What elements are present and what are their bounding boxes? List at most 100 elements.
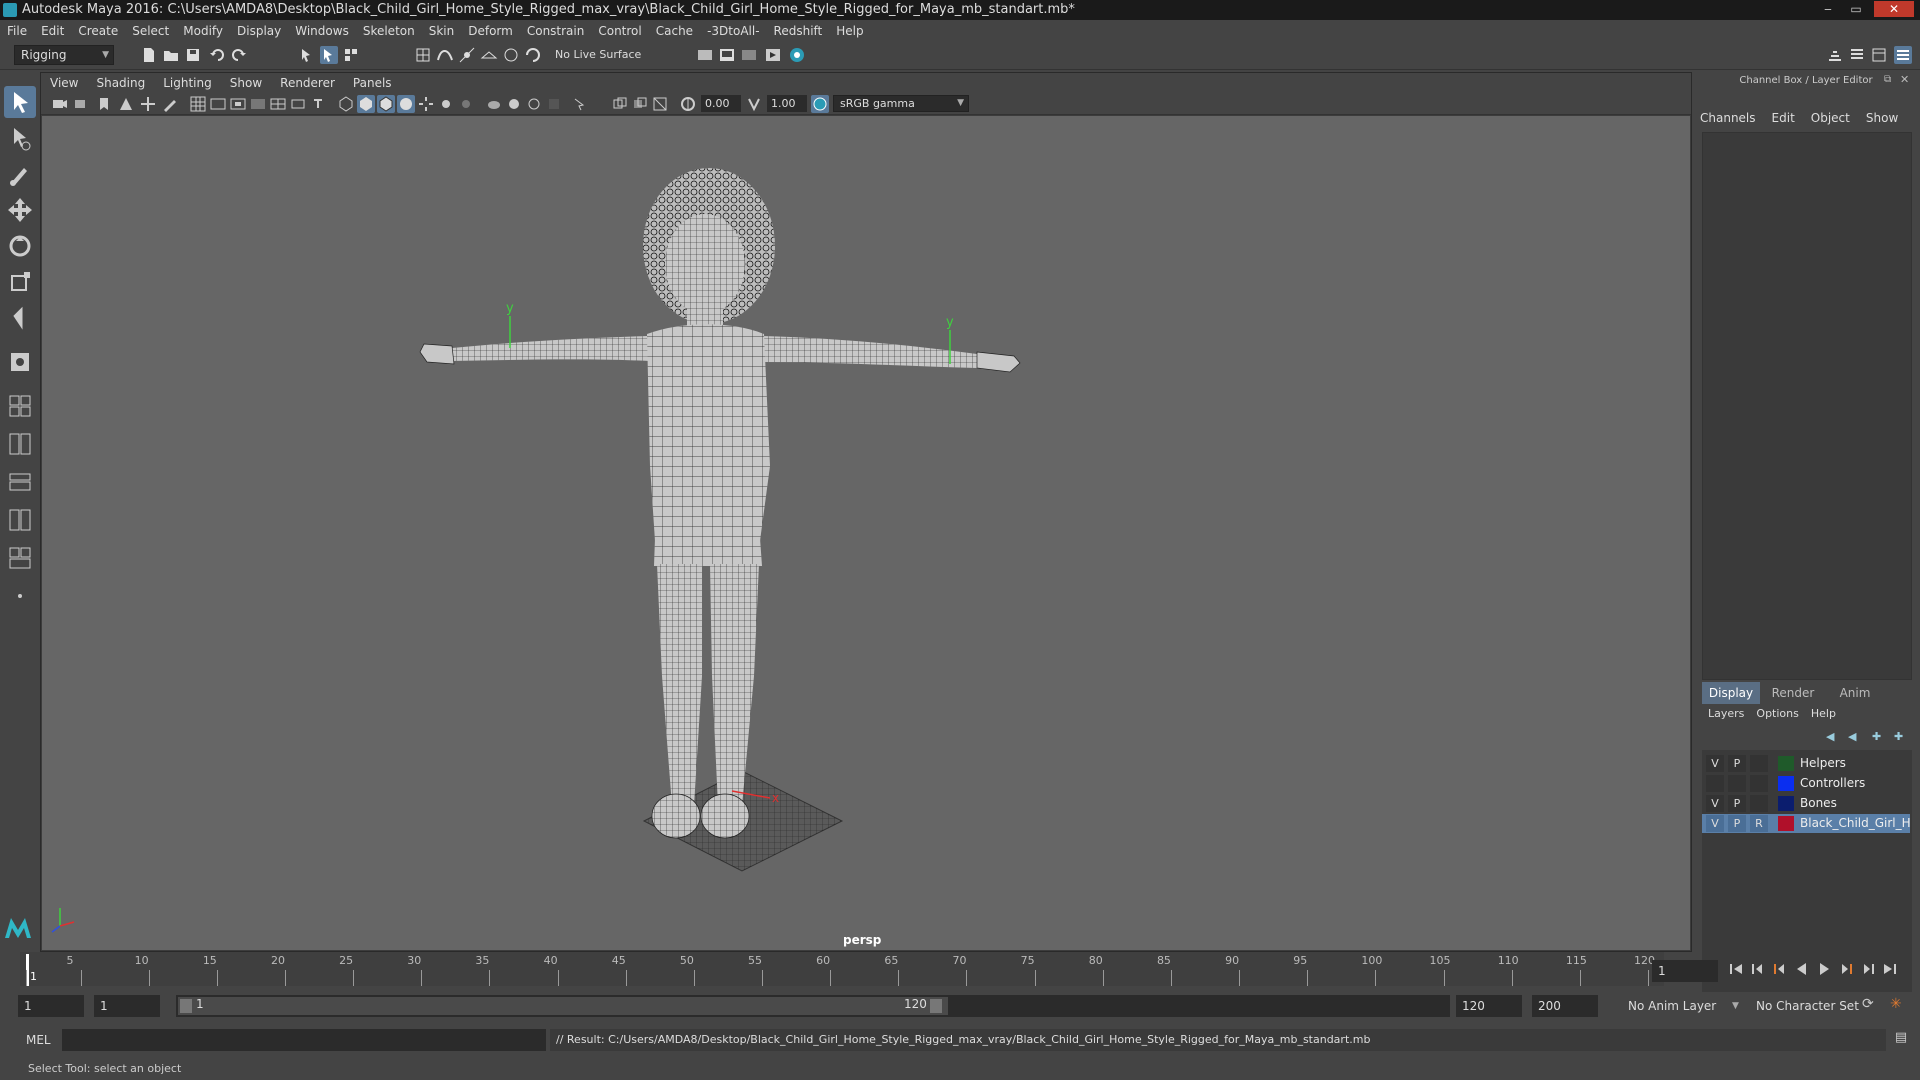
select-tool-icon[interactable]: [4, 86, 36, 118]
grease-pencil-icon[interactable]: [161, 95, 179, 113]
hypershade-icon[interactable]: [788, 46, 806, 64]
panel-menu-shading[interactable]: Shading: [87, 73, 154, 93]
go-to-end-icon[interactable]: [1880, 960, 1900, 978]
anim-layer-dropdown[interactable]: No Anim Layer ▼: [1610, 995, 1740, 1017]
make-live-icon[interactable]: [524, 46, 542, 64]
playback-end-field[interactable]: 120: [1456, 995, 1522, 1017]
layer-visibility-toggle[interactable]: [1706, 775, 1724, 792]
play-backward-icon[interactable]: [1792, 960, 1812, 978]
channel-box-menu-object[interactable]: Object: [1803, 108, 1858, 128]
range-start-grip[interactable]: [180, 999, 192, 1013]
save-scene-icon[interactable]: [184, 46, 202, 64]
menu-file[interactable]: File: [0, 20, 34, 42]
modeling-toolkit-icon[interactable]: [1826, 46, 1844, 64]
bookmark-icon[interactable]: [95, 95, 113, 113]
animation-end-field[interactable]: 200: [1532, 995, 1598, 1017]
snap-grid-icon[interactable]: [414, 46, 432, 64]
camera-select-icon[interactable]: [51, 95, 69, 113]
image-plane-icon[interactable]: [117, 95, 135, 113]
close-panel-icon[interactable]: ✕: [1900, 73, 1912, 86]
layer-color-swatch[interactable]: [1778, 816, 1794, 831]
open-scene-icon[interactable]: [162, 46, 180, 64]
render-settings-icon[interactable]: [696, 46, 714, 64]
snap-view-plane-icon[interactable]: [480, 46, 498, 64]
safe-title-icon[interactable]: [309, 95, 327, 113]
rotate-tool-icon[interactable]: [4, 230, 36, 262]
redo-icon[interactable]: [230, 46, 248, 64]
channel-box-icon[interactable]: [1894, 46, 1912, 64]
exposure-icon[interactable]: [679, 95, 697, 113]
layer-editor-menu-help[interactable]: Help: [1805, 704, 1842, 724]
layer-reference-toggle[interactable]: [1750, 755, 1768, 772]
isolate-select-icon[interactable]: [545, 95, 563, 113]
float-panel-icon[interactable]: ⧉: [1884, 74, 1896, 86]
safe-action-icon[interactable]: [289, 95, 307, 113]
shadows-icon[interactable]: [437, 95, 455, 113]
new-scene-icon[interactable]: [140, 46, 158, 64]
snap-curve-icon[interactable]: [436, 46, 454, 64]
time-slider[interactable]: 1 5 10 15 20 25 30 35 40 45 50 55 60 65 70 75 80 85 90 95 10…: [20, 952, 1672, 988]
menu-select[interactable]: Select: [125, 20, 176, 42]
tab-display[interactable]: Display: [1702, 682, 1760, 704]
gamma-icon[interactable]: [745, 95, 763, 113]
undo-icon[interactable]: [208, 46, 226, 64]
anti-aliasing-icon[interactable]: [505, 95, 523, 113]
field-chart-icon[interactable]: [269, 95, 287, 113]
grid-toggle-icon[interactable]: [189, 95, 207, 113]
step-forward-icon[interactable]: [1858, 960, 1878, 978]
range-slider[interactable]: 1 120: [176, 995, 1450, 1017]
layout-single-icon[interactable]: [4, 390, 36, 422]
maximize-button[interactable]: ▭: [1842, 1, 1870, 17]
select-object-icon[interactable]: [320, 46, 338, 64]
layer-editor-menu-options[interactable]: Options: [1750, 704, 1804, 724]
layer-color-swatch[interactable]: [1778, 776, 1794, 791]
layer-playback-toggle[interactable]: [1728, 775, 1746, 792]
step-forward-key-icon[interactable]: [1836, 960, 1856, 978]
menu-display[interactable]: Display: [230, 20, 288, 42]
panel-menu-renderer[interactable]: Renderer: [271, 73, 344, 93]
layout-two-panes-icon[interactable]: [4, 428, 36, 460]
wireframe-on-shaded-icon[interactable]: [377, 95, 395, 113]
step-back-key-icon[interactable]: [1770, 960, 1790, 978]
gate-mask-icon[interactable]: [249, 95, 267, 113]
channel-box-menu-channels[interactable]: Channels: [1692, 108, 1764, 128]
step-back-icon[interactable]: [1748, 960, 1768, 978]
xray-components-icon[interactable]: [631, 95, 649, 113]
wireframe-icon[interactable]: [337, 95, 355, 113]
time-slider-track[interactable]: [20, 952, 1664, 986]
character-mesh[interactable]: [419, 168, 1021, 839]
layout-graph-icon[interactable]: [4, 504, 36, 536]
tab-anim[interactable]: Anim: [1826, 682, 1884, 704]
select-hierarchy-icon[interactable]: [298, 46, 316, 64]
layer-row[interactable]: VPR Black_Child_Girl_Home: [1702, 814, 1910, 833]
menu-set-dropdown[interactable]: Rigging ▼: [14, 45, 114, 65]
lasso-tool-icon[interactable]: [4, 122, 36, 154]
playback-start-field[interactable]: 1: [94, 995, 160, 1017]
layer-reference-toggle[interactable]: R: [1750, 815, 1768, 832]
layer-row[interactable]: V P Bones: [1702, 794, 1910, 813]
camera-attributes-icon[interactable]: [73, 95, 91, 113]
menu-control[interactable]: Control: [591, 20, 648, 42]
resolution-gate-icon[interactable]: [229, 95, 247, 113]
new-layer-selected-icon[interactable]: ✚: [1894, 730, 1903, 743]
use-all-lights-icon[interactable]: [417, 95, 435, 113]
close-button[interactable]: ✕: [1874, 1, 1914, 17]
auto-key-icon[interactable]: ⟳: [1862, 996, 1880, 1014]
layer-playback-toggle[interactable]: P: [1728, 755, 1746, 772]
exposure-field[interactable]: 0.00: [701, 95, 741, 112]
layer-playback-toggle[interactable]: P: [1728, 795, 1746, 812]
layer-color-swatch[interactable]: [1778, 756, 1794, 771]
layer-row[interactable]: V P Helpers: [1702, 754, 1910, 773]
gamma-field[interactable]: 1.00: [767, 95, 807, 112]
move-layer-down-icon[interactable]: ◀: [1848, 730, 1856, 743]
textured-icon[interactable]: [397, 95, 415, 113]
menu-redshift[interactable]: Redshift: [767, 20, 830, 42]
attribute-editor-icon[interactable]: [1848, 46, 1866, 64]
layer-reference-toggle[interactable]: [1750, 775, 1768, 792]
motion-blur-icon[interactable]: [485, 95, 503, 113]
layer-color-swatch[interactable]: [1778, 796, 1794, 811]
menu-modify[interactable]: Modify: [176, 20, 230, 42]
range-end-grip[interactable]: [930, 999, 942, 1013]
scene-canvas[interactable]: y y x: [42, 116, 1690, 950]
script-editor-icon[interactable]: ▤: [1892, 1030, 1910, 1048]
